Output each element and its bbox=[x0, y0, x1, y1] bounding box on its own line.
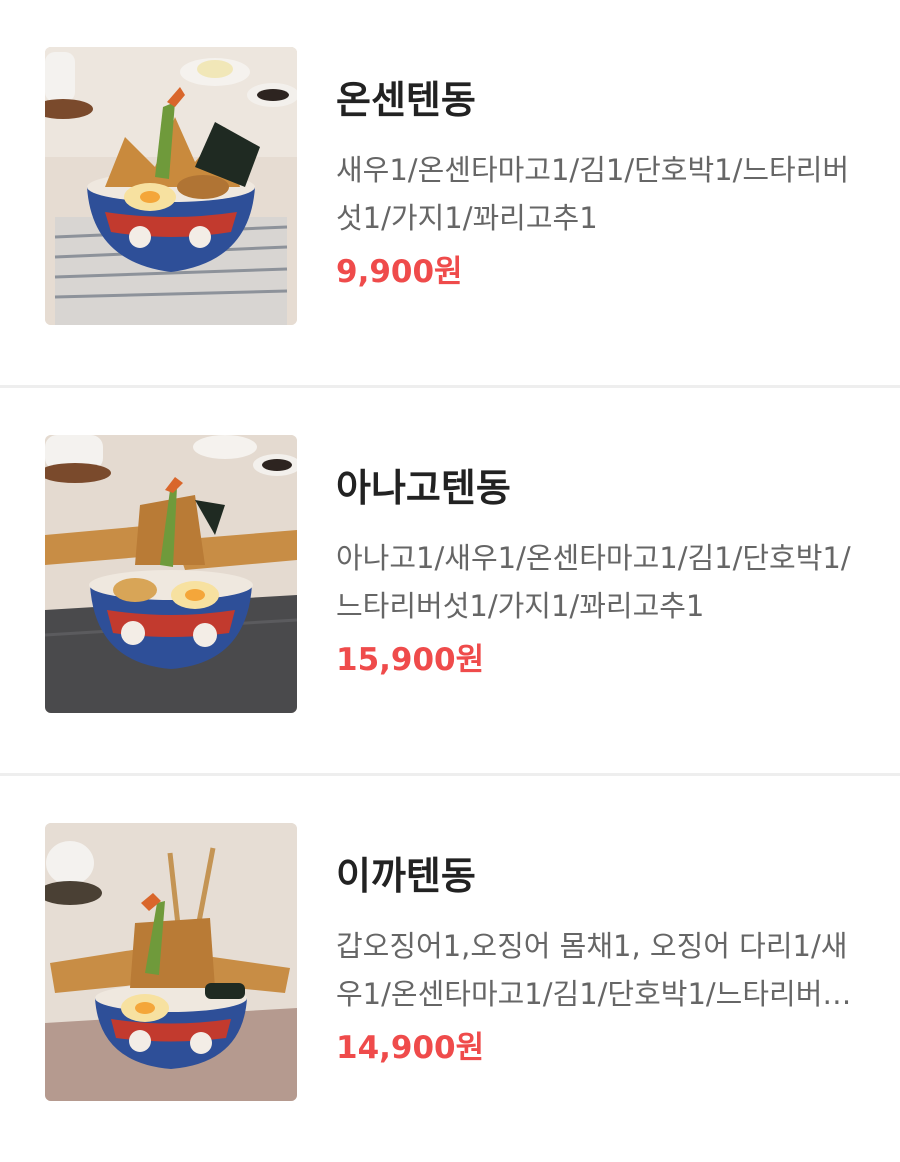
menu-item-info: 이까텐동 갑오징어1,오징어 몸채1, 오징어 다리1/새우1/온센타마고1/김… bbox=[336, 848, 866, 1072]
menu-item[interactable]: 온센텐동 새우1/온센타마고1/김1/단호박1/느타리버섯1/가지1/꽈리고추1… bbox=[0, 0, 900, 388]
menu-item-name: 온센텐동 bbox=[336, 78, 476, 122]
menu-item-description: 갑오징어1,오징어 몸채1, 오징어 다리1/새우1/온센타마고1/김1/단호박… bbox=[336, 929, 850, 1011]
menu-item-price: 14,900원 bbox=[336, 1030, 485, 1066]
menu-item-price: 15,900원 bbox=[336, 642, 485, 678]
menu-item[interactable]: 이까텐동 갑오징어1,오징어 몸채1, 오징어 다리1/새우1/온센타마고1/김… bbox=[0, 776, 900, 1162]
tempura-bowl-image-art bbox=[45, 47, 297, 325]
menu-item-price: 9,900원 bbox=[336, 254, 463, 290]
tempura-bowl-image bbox=[45, 823, 297, 1101]
tempura-bowl-image-art bbox=[45, 435, 297, 713]
menu-item-name: 아나고텐동 bbox=[336, 466, 511, 510]
menu-item-info: 온센텐동 새우1/온센타마고1/김1/단호박1/느타리버섯1/가지1/꽈리고추1… bbox=[336, 72, 866, 296]
menu-item-info: 아나고텐동 아나고1/새우1/온센타마고1/김1/단호박1/느타리버섯1/가지1… bbox=[336, 460, 866, 684]
menu-item-description: 새우1/온센타마고1/김1/단호박1/느타리버섯1/가지1/꽈리고추1 bbox=[336, 153, 850, 235]
tempura-bowl-image bbox=[45, 435, 297, 713]
tempura-bowl-image bbox=[45, 47, 297, 325]
menu-list: 온센텐동 새우1/온센타마고1/김1/단호박1/느타리버섯1/가지1/꽈리고추1… bbox=[0, 0, 900, 1162]
menu-item-name: 이까텐동 bbox=[336, 854, 476, 898]
tempura-bowl-image-art bbox=[45, 823, 297, 1101]
menu-item[interactable]: 아나고텐동 아나고1/새우1/온센타마고1/김1/단호박1/느타리버섯1/가지1… bbox=[0, 388, 900, 776]
menu-item-description: 아나고1/새우1/온센타마고1/김1/단호박1/느타리버섯1/가지1/꽈리고추1 bbox=[336, 541, 851, 623]
